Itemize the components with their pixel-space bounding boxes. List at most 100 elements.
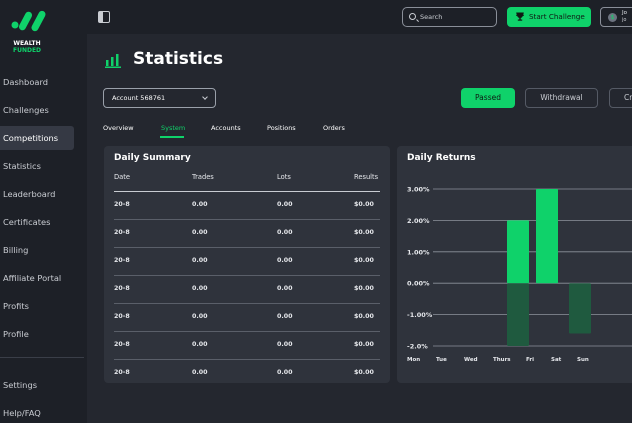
sidebar-item-competitions[interactable]: Competitions [0, 126, 74, 150]
table-row-divider [114, 359, 380, 360]
return-bar-fri[interactable] [569, 283, 591, 334]
sidebar-item-settings[interactable]: Settings [0, 373, 74, 397]
start-challenge-label: Start Challenge [529, 12, 585, 21]
sidebar-item-leaderboard[interactable]: Leaderboard [0, 182, 74, 206]
y-tick-label: -1.00% [407, 311, 433, 319]
sidebar-item-profile[interactable]: Profile [0, 322, 74, 346]
chevron-down-icon [202, 94, 208, 100]
account-select[interactable]: Account 568761 [103, 88, 216, 108]
tab-orders[interactable]: Orders [323, 124, 345, 132]
table-row-divider [114, 331, 380, 332]
x-tick-label: Mon [407, 357, 420, 363]
start-challenge-button[interactable]: Start Challenge [507, 7, 591, 27]
brand-name: WEALTH FUNDED [0, 40, 54, 54]
brand-line1: WEALTH [13, 40, 41, 47]
table-cell-date: 20-8 [114, 257, 130, 264]
y-tick-label: 0.00% [407, 280, 430, 288]
table-cell-trades: 0.00 [192, 201, 208, 208]
x-tick-label: Fri [526, 357, 534, 363]
table-row-divider [114, 247, 380, 248]
filter-withdrawal-button[interactable]: Withdrawal [525, 88, 598, 108]
sidebar-item-billing[interactable]: Billing [0, 238, 74, 262]
return-bar-wed[interactable] [507, 283, 529, 346]
avatar: $ [608, 13, 617, 22]
sidebar-item-dashboard[interactable]: Dashboard [0, 70, 74, 94]
column-header-date: Date [114, 173, 130, 181]
x-tick-label: Tue [436, 357, 447, 363]
table-cell-results: $0.00 [354, 285, 374, 292]
table-cell-results: $0.00 [354, 257, 374, 264]
brand-line2: FUNDED [12, 47, 42, 54]
y-tick-label: 2.00% [407, 217, 430, 225]
table-cell-results: $0.00 [354, 229, 374, 236]
y-tick-label: 3.00% [407, 186, 430, 194]
search-icon [409, 13, 416, 20]
table-cell-date: 20-8 [114, 313, 130, 320]
x-tick-label: Thurs [493, 357, 511, 363]
column-header-lots: Lots [277, 173, 291, 181]
user-menu-button[interactable]: $ Jo jo [600, 7, 632, 27]
table-row-divider [114, 275, 380, 276]
sidebar-item-challenges[interactable]: Challenges [0, 98, 74, 122]
daily-summary-card: Daily Summary Date Trades Lots Results 2… [104, 146, 390, 383]
table-cell-results: $0.00 [354, 313, 374, 320]
sidebar-item-statistics[interactable]: Statistics [0, 154, 74, 178]
trophy-icon [516, 12, 524, 21]
table-cell-lots: 0.00 [277, 229, 293, 236]
sidebar-toggle-icon[interactable] [98, 11, 110, 23]
sidebar: WEALTH FUNDED Dashboard Challenges Compe… [0, 0, 87, 423]
table-cell-lots: 0.00 [277, 341, 293, 348]
active-tab-indicator [160, 136, 184, 138]
tab-system[interactable]: System [161, 124, 185, 132]
daily-summary-title: Daily Summary [114, 153, 191, 163]
filter-third-button[interactable]: Cr [609, 88, 632, 108]
sidebar-item-help-faq[interactable]: Help/FAQ [0, 401, 74, 423]
table-cell-trades: 0.00 [192, 257, 208, 264]
sidebar-item-certificates[interactable]: Certificates [0, 210, 74, 234]
user-email: jo [622, 17, 627, 23]
top-bar: Search Start Challenge $ Jo jo [87, 0, 632, 34]
x-tick-label: Sun [577, 357, 589, 363]
table-cell-trades: 0.00 [192, 313, 208, 320]
table-cell-lots: 0.00 [277, 257, 293, 264]
table-cell-results: $0.00 [354, 341, 374, 348]
tab-accounts[interactable]: Accounts [211, 124, 241, 132]
table-header-divider [114, 191, 380, 192]
column-header-results: Results [354, 173, 379, 181]
table-cell-trades: 0.00 [192, 229, 208, 236]
tab-positions[interactable]: Positions [267, 124, 296, 132]
table-cell-results: $0.00 [354, 369, 374, 376]
table-cell-lots: 0.00 [277, 285, 293, 292]
y-tick-label: -2.0% [407, 343, 428, 351]
filter-passed-button[interactable]: Passed [461, 88, 515, 108]
x-tick-label: Wed [464, 357, 478, 363]
table-cell-lots: 0.00 [277, 201, 293, 208]
statistics-bar-icon [105, 54, 121, 68]
tab-overview[interactable]: Overview [103, 124, 134, 132]
table-cell-trades: 0.00 [192, 285, 208, 292]
search-placeholder: Search [420, 13, 443, 21]
table-row-divider [114, 219, 380, 220]
sidebar-item-affiliate-portal[interactable]: Affiliate Portal [0, 266, 74, 290]
y-tick-label: 1.00% [407, 248, 430, 256]
table-row-divider [114, 303, 380, 304]
table-cell-trades: 0.00 [192, 341, 208, 348]
daily-returns-card: Daily Returns 3.00% 2.00% 1.00% 0.00% -1.00%… [397, 146, 632, 383]
wealth-funded-logo[interactable] [10, 8, 50, 34]
table-cell-lots: 0.00 [277, 313, 293, 320]
table-cell-date: 20-8 [114, 369, 130, 376]
table-cell-results: $0.00 [354, 201, 374, 208]
daily-returns-chart: 3.00% 2.00% 1.00% 0.00% -1.00% -2.0% Mon Tue Wed… [407, 186, 632, 363]
user-name: Jo [622, 10, 627, 16]
table-cell-trades: 0.00 [192, 369, 208, 376]
search-input[interactable]: Search [402, 7, 497, 27]
sidebar-item-profits[interactable]: Profits [0, 294, 74, 318]
table-cell-date: 20-8 [114, 285, 130, 292]
x-tick-label: Sat [551, 357, 562, 363]
return-bar-thurs[interactable] [536, 189, 558, 284]
account-select-value: Account 568761 [112, 94, 166, 102]
column-header-trades: Trades [192, 173, 214, 181]
table-cell-lots: 0.00 [277, 369, 293, 376]
return-bar-wed[interactable] [507, 220, 529, 284]
table-cell-date: 20-8 [114, 229, 130, 236]
